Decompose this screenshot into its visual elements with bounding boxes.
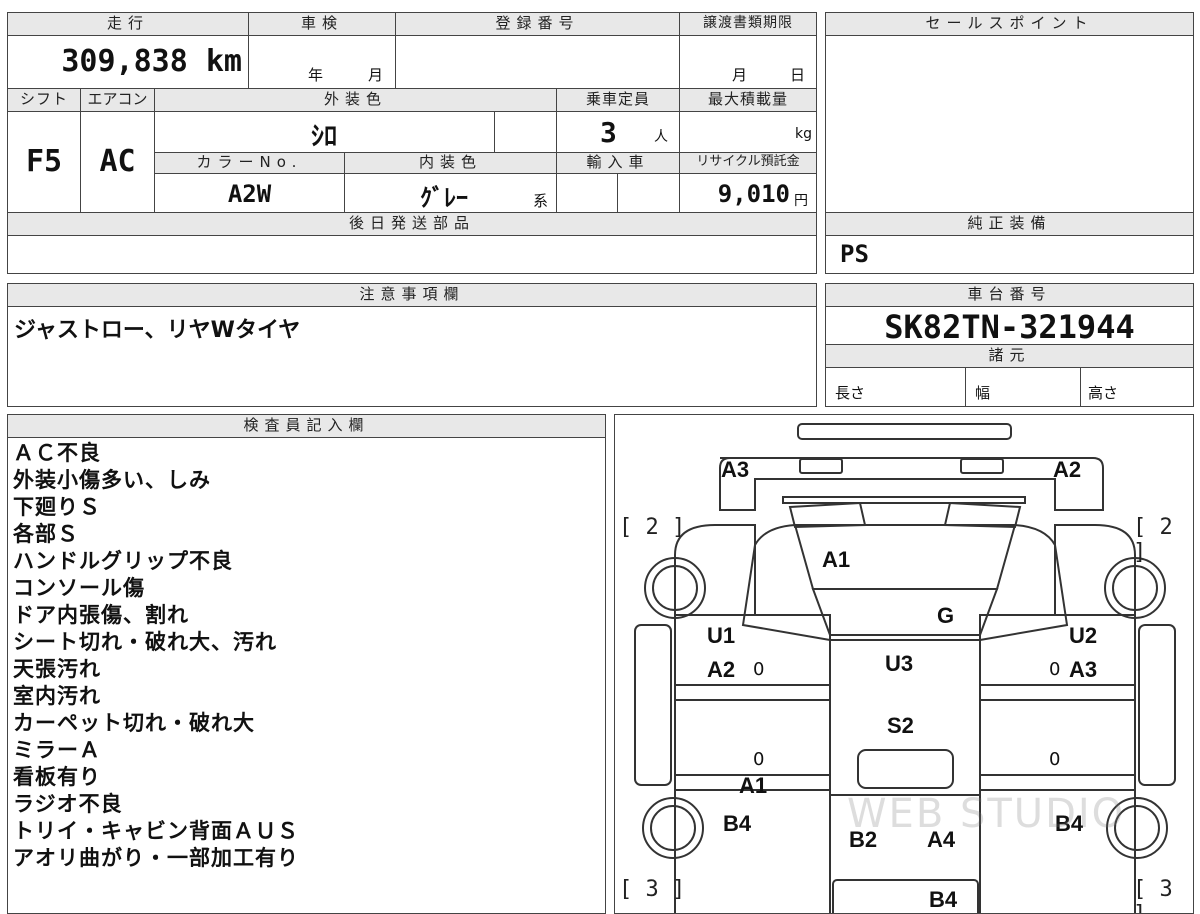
damage-mark: U2 [1069, 623, 1098, 648]
inspector-line: 外装小傷多い、しみ [13, 468, 211, 492]
recycle-fee-value: 9,010 [717, 180, 790, 208]
interior-color-header: 内装色 [344, 152, 557, 174]
inspector-line: カーペット切れ・破れ大 [13, 711, 255, 735]
damage-mark: B4 [723, 811, 752, 836]
exterior-color-value: ｼﾛ [310, 122, 337, 152]
mileage-header: 走行 [7, 12, 249, 36]
inspector-line: 室内汚れ [13, 684, 101, 708]
inspector-line: ラジオ不良 [13, 792, 123, 816]
damage-mark: A2 [707, 657, 736, 682]
height-label: 高さ [1088, 384, 1119, 402]
later-parts-header: 後日発送部品 [7, 212, 817, 236]
recycle-fee-unit: 円 [794, 193, 808, 209]
chassis-header: 車台番号 [825, 283, 1194, 307]
aircon-value: AC [99, 144, 136, 179]
rear-left-bracket: [ 3 ] [619, 877, 686, 902]
shift-header: シフト [7, 88, 81, 112]
zero-mark: 0 [1049, 659, 1061, 680]
load-unit: kg [795, 126, 812, 142]
color-no-header: カラーNo. [154, 152, 345, 174]
inspector-line: 天張汚れ [13, 657, 101, 681]
damage-mark: A3 [721, 457, 750, 482]
import-header: 輸入車 [556, 152, 680, 174]
damage-mark: G [937, 603, 955, 628]
vehicle-diagram: [ 2 ] [ 2 ] [ 3 ] [ 3 ] A3 A2 A1 G U1 A2… [614, 414, 1194, 914]
rear-right-bracket: [ 3 ] [1133, 877, 1173, 913]
length-label: 長さ [835, 384, 866, 402]
genuine-equipment-header: 純正装備 [825, 212, 1194, 236]
notes-value: ジャストロー、リヤWタイヤ [14, 318, 301, 343]
genuine-equipment-value: PS [840, 240, 869, 268]
shift-value: F5 [25, 144, 63, 179]
front-right-bracket: [ 2 ] [1133, 515, 1173, 565]
zero-mark: 0 [753, 659, 765, 680]
inspector-line: 下廻りＳ [13, 495, 101, 519]
damage-mark: A3 [1069, 657, 1098, 682]
width-label: 幅 [975, 384, 991, 402]
max-load-header: 最大積載量 [679, 88, 817, 112]
registration-header: 登録番号 [395, 12, 680, 36]
damage-mark: A2 [1053, 457, 1082, 482]
interior-color-suffix: 系 [533, 192, 549, 210]
inspector-line: ドア内張傷、割れ [13, 603, 189, 627]
damage-mark: B4 [929, 887, 958, 912]
chassis-value: SK82TN-321944 [884, 308, 1135, 346]
notes-header: 注意事項欄 [7, 283, 817, 307]
shaken-month-unit: 月 [368, 66, 384, 84]
exterior-color-header: 外装色 [154, 88, 557, 112]
inspector-line: シート切れ・破れ大、汚れ [13, 630, 277, 654]
front-left-bracket: [ 2 ] [619, 515, 686, 540]
inspector-line: トリイ・キャビン背面ＡＵＳ [13, 819, 299, 843]
capacity-header: 乗車定員 [556, 88, 680, 112]
damage-mark: U3 [885, 651, 914, 676]
shaken-year-unit: 年 [308, 66, 324, 84]
deadline-month-unit: 月 [732, 66, 748, 84]
inspector-line: アオリ曲がり・一部加工有り [13, 846, 299, 870]
damage-mark: U1 [707, 623, 736, 648]
interior-color-value: ｸﾞﾚｰ [420, 184, 468, 212]
watermark: WEB STUDIO [847, 791, 1126, 837]
mileage-value: 309,838 km [61, 44, 242, 79]
inspector-line: ハンドルグリップ不良 [13, 549, 233, 573]
capacity-unit: 人 [654, 129, 668, 145]
damage-mark: A1 [822, 547, 851, 572]
specs-header: 諸元 [825, 344, 1194, 368]
inspector-header: 検査員記入欄 [7, 414, 606, 438]
inspector-notes: ＡＣ不良 外装小傷多い、しみ 下廻りＳ 各部Ｓ ハンドルグリップ不良 コンソール… [13, 440, 593, 872]
color-no-value: A2W [227, 180, 272, 208]
inspector-line: 各部Ｓ [13, 522, 79, 546]
zero-mark: 0 [753, 749, 765, 770]
recycle-header: リサイクル預託金 [679, 152, 817, 174]
shaken-header: 車検 [248, 12, 396, 36]
zero-mark: 0 [1049, 749, 1061, 770]
inspector-line: ＡＣ不良 [13, 441, 101, 465]
transfer-deadline-header: 譲渡書類期限 [679, 12, 817, 36]
deadline-day-unit: 日 [790, 66, 806, 84]
inspector-line: ミラーＡ [13, 738, 101, 762]
inspector-line: コンソール傷 [13, 576, 145, 600]
capacity-value: 3 [600, 116, 617, 149]
aircon-header: エアコン [80, 88, 155, 112]
sales-point-header: セールスポイント [825, 12, 1194, 36]
inspector-line: 看板有り [13, 765, 101, 789]
damage-mark: S2 [887, 713, 914, 738]
damage-mark: A1 [739, 773, 768, 798]
